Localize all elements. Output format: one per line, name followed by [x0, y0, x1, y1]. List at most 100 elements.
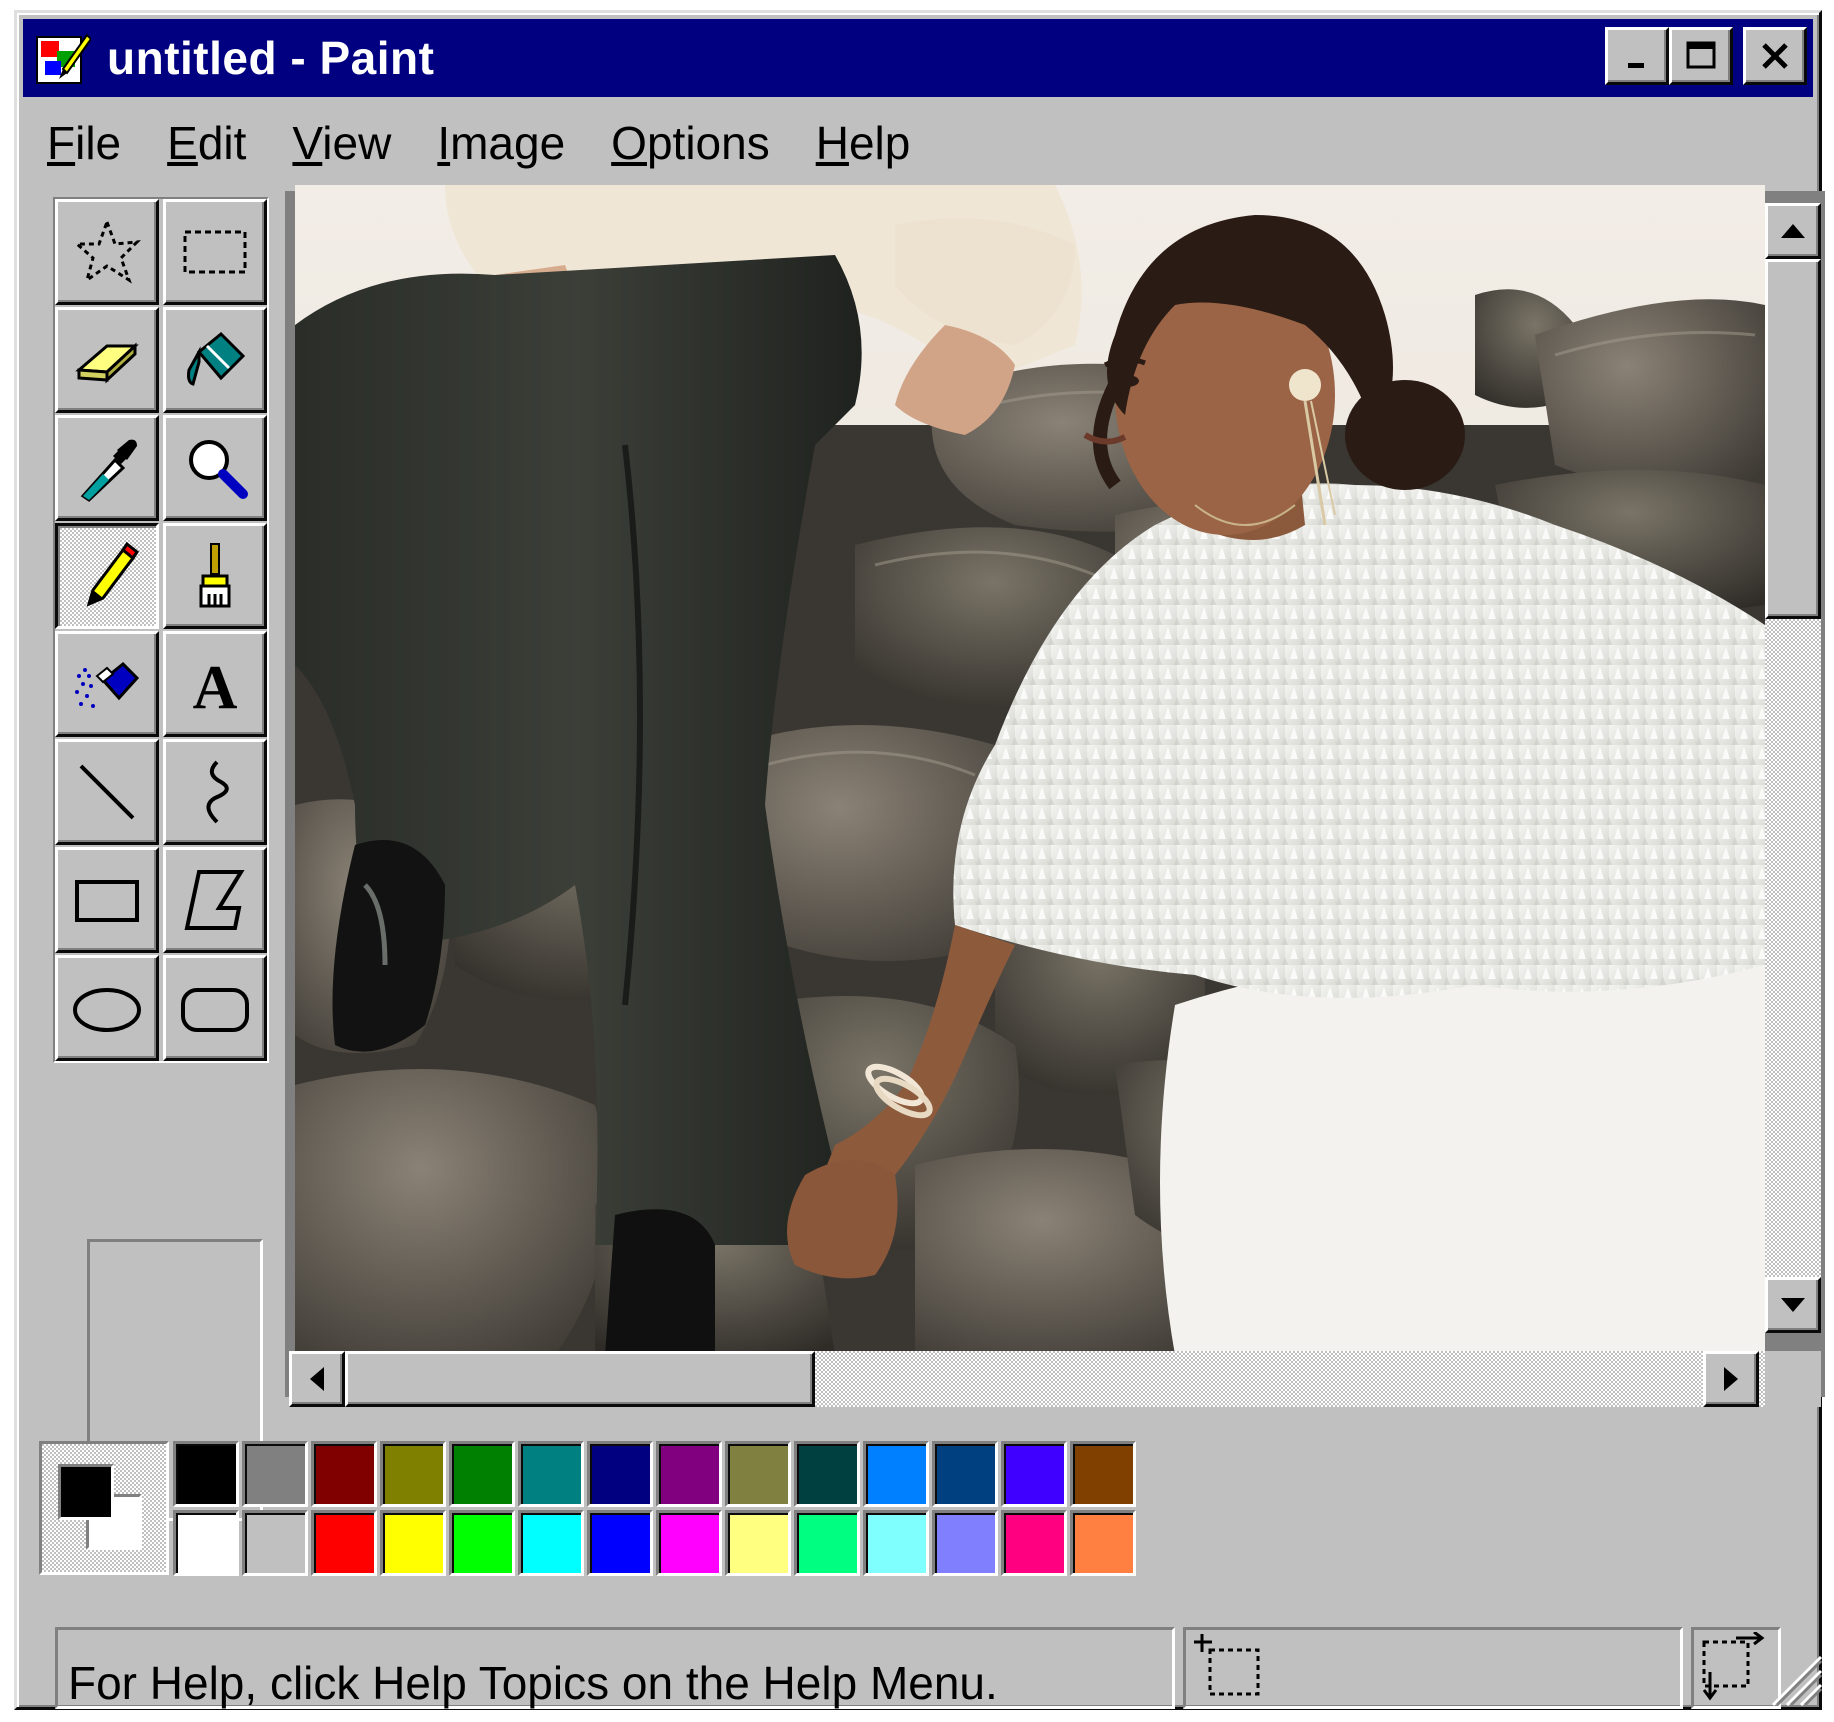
menu-options[interactable]: Options: [611, 116, 770, 170]
menu-view[interactable]: View: [292, 116, 391, 170]
tool-curve[interactable]: [163, 739, 267, 845]
palette-swatch[interactable]: [173, 1441, 239, 1507]
vertical-scrollbar[interactable]: [1765, 203, 1821, 1333]
status-bar: For Help, click Help Topics on the Help …: [37, 1621, 1827, 1711]
tool-fill[interactable]: [163, 307, 267, 413]
palette-swatch[interactable]: [311, 1510, 377, 1576]
palette-swatch[interactable]: [587, 1510, 653, 1576]
status-position-pane: [1183, 1627, 1683, 1709]
palette-swatch[interactable]: [932, 1510, 998, 1576]
eraser-icon: [75, 342, 139, 384]
vertical-scroll-thumb[interactable]: [1765, 259, 1821, 619]
palette-swatch[interactable]: [863, 1441, 929, 1507]
menu-image[interactable]: Image: [437, 116, 565, 170]
title-bar[interactable]: untitled - Paint: [23, 19, 1813, 97]
palette-swatch[interactable]: [725, 1510, 791, 1576]
palette-swatch[interactable]: [311, 1441, 377, 1507]
magnifier-icon: [189, 440, 248, 499]
paint-app-icon[interactable]: [33, 29, 93, 87]
palette-swatch[interactable]: [380, 1510, 446, 1576]
palette-swatch[interactable]: [587, 1441, 653, 1507]
minimize-icon: [1628, 63, 1644, 68]
minimize-button[interactable]: [1605, 27, 1669, 85]
scroll-corner: [1765, 1351, 1821, 1407]
menu-file[interactable]: File: [47, 116, 121, 170]
tool-pick-color[interactable]: [55, 415, 159, 521]
horizontal-scrollbar[interactable]: [289, 1351, 1765, 1407]
tool-text[interactable]: A: [163, 631, 267, 737]
palette-swatch[interactable]: [794, 1441, 860, 1507]
arrow-left-icon: [310, 1367, 324, 1391]
tool-ellipse[interactable]: [55, 955, 159, 1061]
fill-bucket-icon: [187, 331, 246, 386]
scroll-right-button[interactable]: [1703, 1351, 1759, 1407]
tool-rectangle[interactable]: [55, 847, 159, 953]
tool-pencil[interactable]: [55, 523, 159, 629]
status-help-pane: For Help, click Help Topics on the Help …: [55, 1627, 1175, 1709]
palette-swatch[interactable]: [656, 1510, 722, 1576]
palette-swatch[interactable]: [1070, 1510, 1136, 1576]
menu-help[interactable]: Help: [816, 116, 911, 170]
tool-free-form-select[interactable]: [55, 199, 159, 305]
current-colors-indicator[interactable]: [39, 1441, 169, 1575]
pencil-icon: [86, 541, 140, 607]
text-icon: A: [193, 654, 238, 722]
brush-icon: [199, 543, 231, 608]
tool-select[interactable]: [163, 199, 267, 305]
pick-color-icon: [80, 439, 137, 502]
palette-swatch[interactable]: [1001, 1441, 1067, 1507]
ellipse-icon: [73, 988, 141, 1032]
tool-magnifier[interactable]: [163, 415, 267, 521]
arrow-up-icon: [1781, 224, 1805, 238]
curve-icon: [206, 760, 229, 824]
horizontal-scroll-thumb[interactable]: [345, 1351, 815, 1407]
close-button[interactable]: [1743, 27, 1807, 85]
status-help-text: For Help, click Help Topics on the Help …: [68, 1657, 998, 1709]
scroll-up-button[interactable]: [1765, 203, 1821, 259]
palette-swatch[interactable]: [794, 1510, 860, 1576]
resize-grip-icon[interactable]: [1763, 1647, 1823, 1707]
palette-swatch[interactable]: [1070, 1441, 1136, 1507]
canvas-image[interactable]: [295, 185, 1765, 1355]
polygon-icon: [184, 870, 245, 930]
window-title: untitled - Paint: [107, 32, 435, 84]
svg-text:A: A: [193, 654, 238, 722]
menu-edit[interactable]: Edit: [167, 116, 246, 170]
paint-window: untitled - Paint File Edit View Image Op…: [14, 10, 1825, 1710]
tool-line[interactable]: [55, 739, 159, 845]
color-box: [35, 1441, 1137, 1576]
arrow-down-icon: [1781, 1298, 1805, 1312]
palette-swatch[interactable]: [449, 1510, 515, 1576]
palette-swatch[interactable]: [932, 1441, 998, 1507]
palette-swatch[interactable]: [449, 1441, 515, 1507]
palette-swatch[interactable]: [725, 1441, 791, 1507]
tool-airbrush[interactable]: [55, 631, 159, 737]
tool-eraser[interactable]: [55, 307, 159, 413]
menu-bar: File Edit View Image Options Help: [27, 111, 936, 175]
palette-swatch[interactable]: [173, 1510, 239, 1576]
close-icon: [1762, 43, 1788, 69]
palette-swatch[interactable]: [863, 1510, 929, 1576]
palette-swatch[interactable]: [518, 1510, 584, 1576]
scroll-left-button[interactable]: [289, 1351, 345, 1407]
selection-size-icon: [1702, 1632, 1765, 1701]
line-icon: [79, 764, 135, 820]
scroll-down-button[interactable]: [1765, 1277, 1821, 1333]
select-icon: [183, 230, 247, 274]
palette-swatch[interactable]: [380, 1441, 446, 1507]
tool-rounded-rectangle[interactable]: [163, 955, 267, 1061]
palette-swatch[interactable]: [518, 1441, 584, 1507]
palette-swatch[interactable]: [242, 1510, 308, 1576]
tool-brush[interactable]: [163, 523, 267, 629]
tool-grid: A: [53, 197, 269, 1063]
foreground-color-swatch[interactable]: [58, 1464, 114, 1520]
airbrush-icon: [75, 661, 140, 708]
palette-swatch[interactable]: [1001, 1510, 1067, 1576]
palette-swatch[interactable]: [656, 1441, 722, 1507]
palette-swatch[interactable]: [242, 1441, 308, 1507]
maximize-button[interactable]: [1669, 27, 1733, 85]
tool-polygon[interactable]: [163, 847, 267, 953]
maximize-icon: [1686, 41, 1716, 69]
cursor-position-icon: [1194, 1634, 1260, 1696]
rectangle-icon: [75, 880, 139, 922]
